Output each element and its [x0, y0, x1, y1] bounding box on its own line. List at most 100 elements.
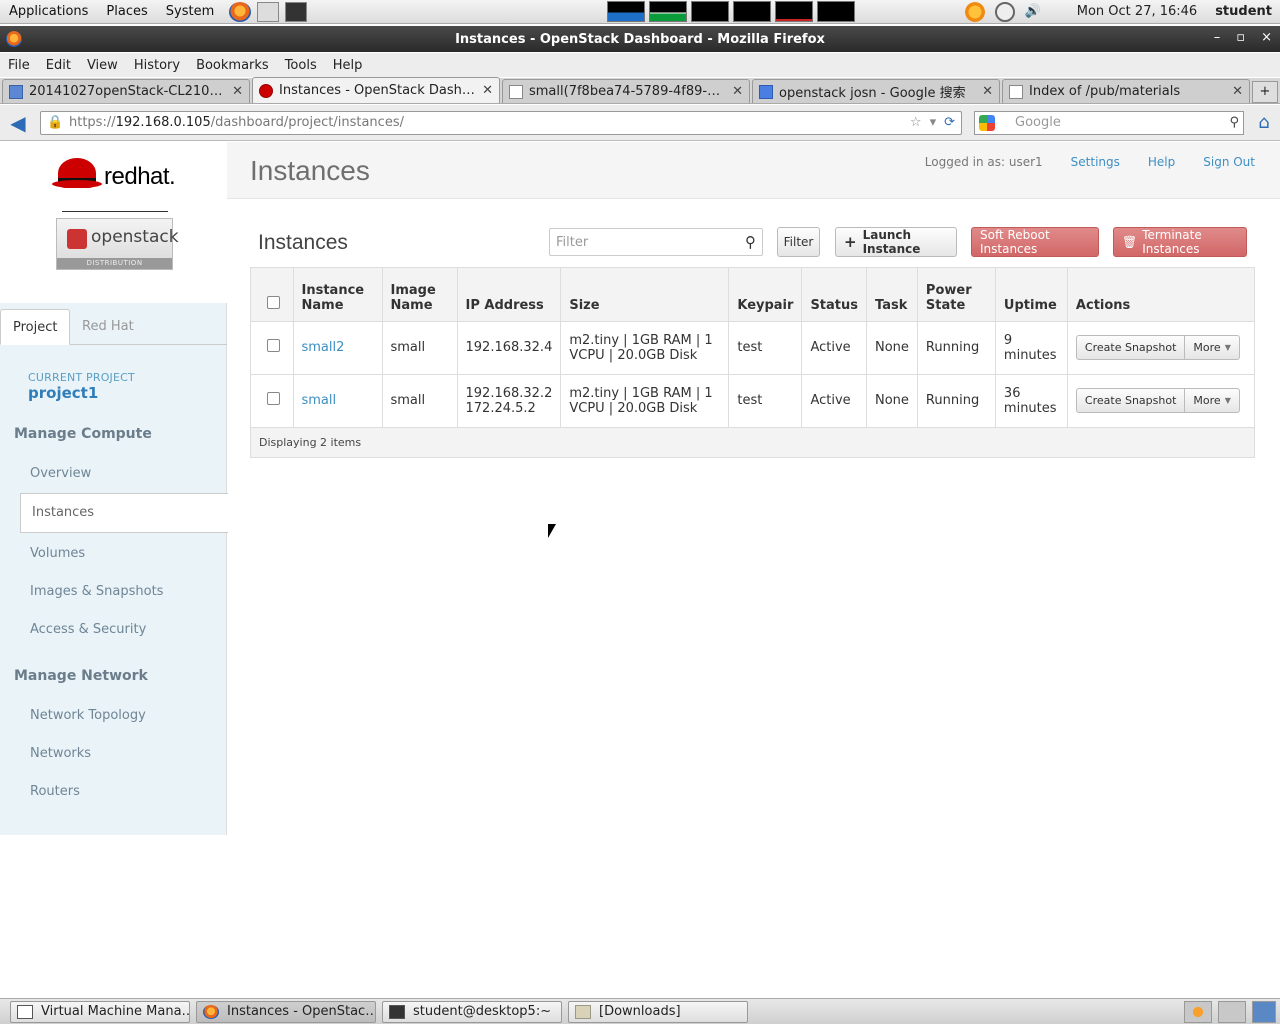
tab-close-icon[interactable]: ✕	[232, 84, 243, 99]
menu-help[interactable]: Help	[325, 58, 371, 73]
power-state-cell: Running	[917, 373, 996, 427]
vm-launcher-icon[interactable]	[257, 1, 280, 22]
panel-user[interactable]: student	[1215, 4, 1272, 19]
col-status[interactable]: Status	[801, 268, 867, 321]
menu-bookmarks[interactable]: Bookmarks	[188, 58, 277, 73]
update-notifier-icon[interactable]	[964, 1, 985, 22]
instance-name-link[interactable]: small	[293, 373, 383, 427]
panel-clock[interactable]: Mon Oct 27, 16:46	[1077, 4, 1197, 19]
sidebar-item-instances[interactable]: Instances	[20, 493, 228, 533]
menu-tools[interactable]: Tools	[277, 58, 325, 73]
taskbar-item-label: Virtual Machine Mana…	[41, 1004, 190, 1019]
more-actions-button[interactable]: More ▼	[1185, 335, 1240, 360]
sidebar-item-images-snapshots[interactable]: Images & Snapshots	[30, 584, 163, 599]
sidebar-item-volumes[interactable]: Volumes	[30, 546, 85, 561]
col-size[interactable]: Size	[560, 268, 730, 321]
tab-close-icon[interactable]: ✕	[482, 83, 493, 98]
home-icon[interactable]: ⌂	[1252, 111, 1276, 135]
show-desktop-icon[interactable]	[1252, 1000, 1276, 1023]
row-checkbox[interactable]	[267, 392, 280, 406]
col-uptime[interactable]: Uptime	[995, 268, 1068, 321]
tab-label: Instances - OpenStack Dashbo…	[279, 83, 477, 98]
taskbar-item[interactable]: Virtual Machine Mana…	[10, 1000, 190, 1023]
col-keypair[interactable]: Keypair	[728, 268, 803, 321]
reload-icon[interactable]: ⟳	[944, 115, 955, 130]
sidebar-item-routers[interactable]: Routers	[30, 784, 80, 799]
launch-instance-button[interactable]: + Launch Instance	[835, 227, 957, 257]
panel-menu-applications[interactable]: Applications	[0, 0, 97, 24]
browser-tab-active[interactable]: Instances - OpenStack Dashbo… ✕	[252, 77, 500, 103]
sidebar-item-access-security[interactable]: Access & Security	[30, 622, 146, 637]
browser-tab[interactable]: small(7f8bea74-5789-4f89-9691-… ✕	[502, 79, 750, 103]
bookmark-star-icon[interactable]: ☆	[910, 115, 922, 130]
row-checkbox[interactable]	[267, 339, 280, 352]
create-snapshot-button[interactable]: Create Snapshot	[1075, 388, 1186, 414]
search-icon[interactable]: ⚲	[745, 233, 756, 251]
help-link[interactable]: Help	[1148, 155, 1175, 169]
terminate-instances-button[interactable]: 🗑 Terminate Instances	[1113, 227, 1247, 257]
workspace-2[interactable]	[1218, 1000, 1246, 1023]
panel-menu-system[interactable]: System	[157, 0, 223, 24]
create-snapshot-button[interactable]: Create Snapshot	[1075, 335, 1186, 360]
sidebar-heading-manage-compute[interactable]: Manage Compute	[14, 426, 152, 442]
sidebar-heading-manage-network[interactable]: Manage Network	[14, 668, 148, 684]
search-engine-icon[interactable]	[979, 114, 995, 131]
browser-tab[interactable]: 20141027openStack-CL210-cou… ✕	[2, 79, 250, 103]
browser-tab[interactable]: Index of /pub/materials ✕	[1002, 79, 1250, 103]
col-power-state[interactable]: Power State	[917, 268, 996, 321]
size-cell: m2.tiny | 1GB RAM | 1 VCPU | 20.0GB Disk	[560, 373, 730, 427]
search-go-icon[interactable]: ⚲	[1229, 115, 1239, 130]
firefox-launcher-icon[interactable]	[229, 1, 252, 22]
maximize-button[interactable]: ▫	[1236, 30, 1245, 45]
col-ip-address[interactable]: IP Address	[457, 268, 562, 321]
col-task[interactable]: Task	[866, 268, 918, 321]
volume-icon[interactable]: 🔊	[1025, 4, 1041, 19]
menu-file[interactable]: File	[0, 58, 38, 73]
menu-edit[interactable]: Edit	[38, 58, 79, 73]
taskbar-item[interactable]: [Downloads]	[568, 1000, 748, 1023]
menu-view[interactable]: View	[79, 58, 126, 73]
browser-tab[interactable]: openstack josn - Google 搜索 ✕	[752, 79, 1000, 103]
settings-link[interactable]: Settings	[1071, 155, 1120, 169]
filter-button[interactable]: Filter	[777, 227, 820, 257]
tab-close-icon[interactable]: ✕	[732, 84, 743, 99]
history-dropdown-icon[interactable]: ▾	[930, 115, 937, 130]
panel-menu-places[interactable]: Places	[97, 0, 156, 24]
current-project-name[interactable]: project1	[28, 384, 98, 402]
tab-close-icon[interactable]: ✕	[982, 84, 993, 99]
taskbar-item[interactable]: student@desktop5:~	[382, 1000, 562, 1023]
sidebar-item-network-topology[interactable]: Network Topology	[30, 708, 146, 723]
soft-reboot-button[interactable]: Soft Reboot Instances	[971, 227, 1099, 257]
taskbar-item-active[interactable]: Instances - OpenStac…	[196, 1000, 376, 1023]
sidebar-tab-project[interactable]: Project	[0, 309, 71, 345]
close-window-button[interactable]: ×	[1261, 30, 1272, 45]
network-status-icon[interactable]	[994, 1, 1015, 22]
col-instance-name[interactable]: Instance Name	[293, 268, 383, 321]
filter-input[interactable]	[556, 234, 745, 250]
sidebar-tab-redhat[interactable]: Red Hat	[70, 309, 146, 345]
blank-page-favicon-icon	[1009, 84, 1023, 99]
menu-history[interactable]: History	[126, 58, 188, 73]
firefox-window-icon[interactable]	[6, 31, 22, 47]
openstack-mark-icon	[67, 229, 87, 249]
sidebar-item-overview[interactable]: Overview	[30, 466, 91, 481]
more-actions-button[interactable]: More ▼	[1185, 388, 1240, 414]
firefox-icon	[203, 1004, 219, 1019]
instance-name-link[interactable]: small2	[293, 320, 383, 374]
page-header: Instances Logged in as: user1 Settings H…	[227, 142, 1280, 199]
tab-close-icon[interactable]: ✕	[1232, 84, 1243, 99]
terminal-launcher-icon[interactable]	[285, 1, 308, 22]
sign-out-link[interactable]: Sign Out	[1203, 155, 1255, 169]
new-tab-button[interactable]: +	[1252, 81, 1278, 103]
workspace-1[interactable]	[1184, 1000, 1212, 1023]
col-image-name[interactable]: Image Name	[382, 268, 458, 321]
minimize-button[interactable]: –	[1214, 30, 1221, 45]
select-all-checkbox[interactable]	[267, 295, 280, 309]
back-arrow-icon[interactable]: ◀	[6, 111, 30, 135]
search-bar[interactable]: Google ⚲	[974, 110, 1244, 135]
url-bar[interactable]: 🔒 https://192.168.0.105/dashboard/projec…	[40, 110, 962, 135]
sidebar-item-networks[interactable]: Networks	[30, 746, 91, 761]
redhat-logo[interactable]: redhat.	[52, 156, 176, 198]
workspace-switcher	[1184, 1000, 1280, 1023]
terminate-label: Terminate Instances	[1142, 228, 1202, 256]
